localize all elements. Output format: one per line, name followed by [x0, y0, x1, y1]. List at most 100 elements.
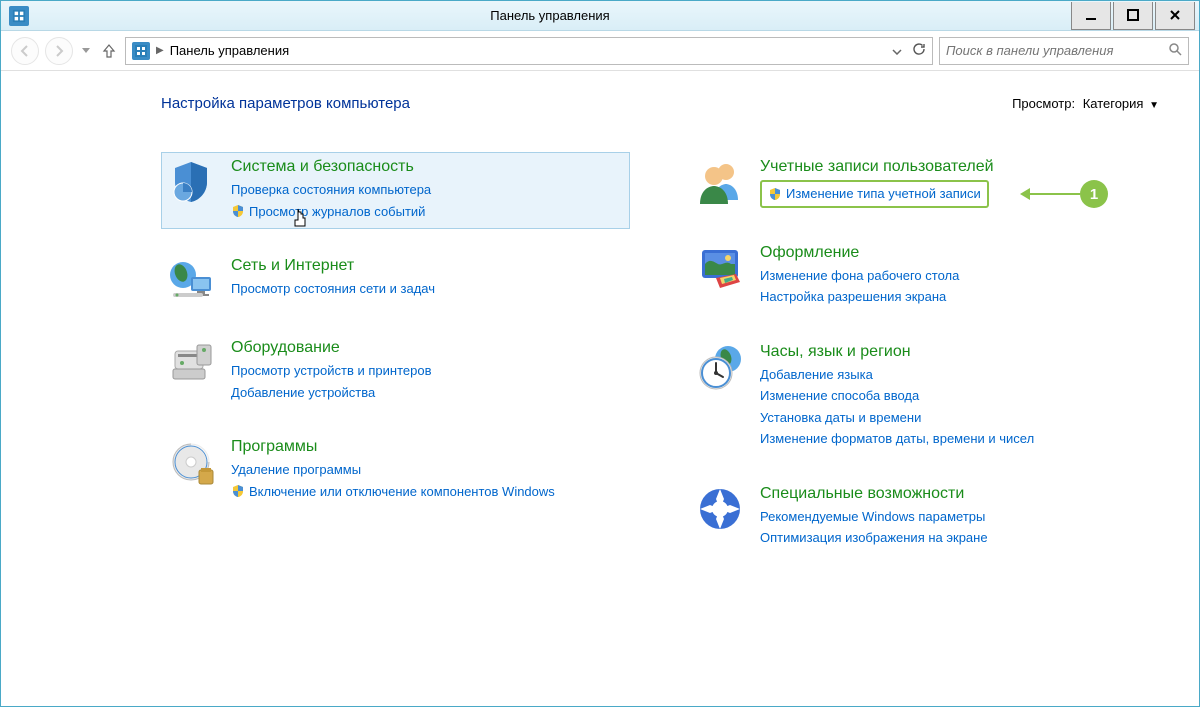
link-text: Оптимизация изображения на экране [760, 528, 988, 548]
minimize-button[interactable] [1071, 2, 1111, 30]
app-icon [9, 6, 29, 26]
window-title: Панель управления [29, 8, 1071, 23]
uac-shield-icon [768, 187, 782, 201]
link-text: Просмотр устройств и принтеров [231, 361, 431, 381]
page-header: Настройка параметров компьютера Просмотр… [61, 95, 1159, 112]
category-link[interactable]: Добавление языка [760, 365, 1153, 385]
view-value: Категория [1083, 96, 1144, 111]
search-input[interactable] [946, 43, 1168, 58]
category-system: Система и безопасность Проверка состояния… [161, 152, 630, 229]
clock-language-region-icon [696, 343, 744, 391]
control-panel-window: Панель управления ▶ Панель управления На… [0, 0, 1200, 707]
breadcrumb-separator-icon: ▶ [156, 45, 164, 56]
system-security-icon [167, 158, 215, 206]
chevron-down-icon: ▼ [1149, 100, 1159, 111]
close-button[interactable] [1155, 2, 1195, 30]
address-dropdown-icon[interactable] [892, 43, 902, 58]
location-icon [132, 42, 150, 60]
link-text: Установка даты и времени [760, 408, 921, 428]
category-appearance: Оформление Изменение фона рабочего столаН… [690, 238, 1159, 315]
callout-number: 1 [1080, 180, 1108, 208]
category-network: Сеть и Интернет Просмотр состояния сети и… [161, 251, 630, 311]
link-text: Просмотр состояния сети и задач [231, 279, 435, 299]
category-programs: Программы Удаление программыВключение или… [161, 432, 630, 509]
window-controls [1071, 2, 1199, 30]
category-title[interactable]: Оформление [760, 244, 1153, 262]
categories-grid: Система и безопасность Проверка состояния… [61, 152, 1159, 556]
category-link[interactable]: Добавление устройства [231, 383, 624, 403]
link-text: Добавление устройства [231, 383, 375, 403]
category-title[interactable]: Учетные записи пользователей [760, 158, 1153, 176]
link-text: Настройка разрешения экрана [760, 287, 946, 307]
uac-shield-icon [231, 204, 245, 218]
category-body: Часы, язык и регионДобавление языкаИзмен… [760, 343, 1153, 451]
category-body: Программы Удаление программыВключение или… [231, 438, 624, 503]
link-text: Рекомендуемые Windows параметры [760, 507, 985, 527]
back-button[interactable] [11, 37, 39, 65]
navigation-toolbar: ▶ Панель управления [1, 31, 1199, 71]
appearance-icon [696, 244, 744, 292]
category-link[interactable]: Просмотр состояния сети и задач [231, 279, 624, 299]
category-link[interactable]: Проверка состояния компьютера [231, 180, 624, 200]
category-link[interactable]: Изменение фона рабочего стола [760, 266, 1153, 286]
category-link[interactable]: Изменение способа ввода [760, 386, 1153, 406]
category-link[interactable]: Удаление программы [231, 460, 624, 480]
network-internet-icon [167, 257, 215, 305]
refresh-button[interactable] [912, 42, 926, 59]
history-dropdown-icon[interactable] [79, 37, 93, 65]
search-box[interactable] [939, 37, 1189, 65]
category-link[interactable]: Изменение типа учетной записи [760, 180, 989, 208]
link-text: Изменение фона рабочего стола [760, 266, 959, 286]
annotation-callout: 1 [1020, 180, 1108, 208]
link-text: Проверка состояния компьютера [231, 180, 431, 200]
category-title[interactable]: Специальные возможности [760, 485, 1153, 503]
category-link[interactable]: Установка даты и времени [760, 408, 1153, 428]
link-text: Изменение способа ввода [760, 386, 919, 406]
view-label: Просмотр: [1012, 96, 1075, 111]
view-selector[interactable]: Просмотр: Категория ▼ [1012, 96, 1159, 111]
callout-line [1030, 193, 1080, 195]
forward-button[interactable] [45, 37, 73, 65]
category-title[interactable]: Часы, язык и регион [760, 343, 1153, 361]
link-text: Удаление программы [231, 460, 361, 480]
category-body: Система и безопасность Проверка состояния… [231, 158, 624, 223]
category-link[interactable]: Включение или отключение компонентов Win… [231, 482, 624, 502]
user-accounts-icon [696, 158, 744, 206]
link-text: Просмотр журналов событий [249, 202, 425, 222]
search-icon[interactable] [1168, 42, 1182, 59]
titlebar: Панель управления [1, 1, 1199, 31]
category-title[interactable]: Сеть и Интернет [231, 257, 624, 275]
category-link[interactable]: Рекомендуемые Windows параметры [760, 507, 1153, 527]
category-body: Специальные возможности Рекомендуемые Win… [760, 485, 1153, 550]
left-column: Система и безопасность Проверка состояния… [161, 152, 630, 556]
page-title: Настройка параметров компьютера [161, 95, 410, 112]
category-link[interactable]: Просмотр журналов событий [231, 202, 624, 222]
programs-icon [167, 438, 215, 486]
category-title[interactable]: Оборудование [231, 339, 624, 357]
breadcrumb-location[interactable]: Панель управления [170, 43, 886, 58]
link-text: Изменение форматов даты, времени и чисел [760, 429, 1034, 449]
category-hardware: Оборудование Просмотр устройств и принтер… [161, 333, 630, 410]
hardware-icon [167, 339, 215, 387]
up-button[interactable] [99, 37, 119, 65]
content-area: Настройка параметров компьютера Просмотр… [1, 71, 1199, 706]
category-title[interactable]: Система и безопасность [231, 158, 624, 176]
link-text: Изменение типа учетной записи [786, 184, 981, 204]
category-link[interactable]: Просмотр устройств и принтеров [231, 361, 624, 381]
category-body: Оборудование Просмотр устройств и принтер… [231, 339, 624, 404]
category-link[interactable]: Настройка разрешения экрана [760, 287, 1153, 307]
arrow-left-icon [1020, 188, 1030, 200]
maximize-button[interactable] [1113, 2, 1153, 30]
cursor-icon [293, 208, 309, 231]
category-clock: Часы, язык и регионДобавление языкаИзмен… [690, 337, 1159, 457]
address-bar[interactable]: ▶ Панель управления [125, 37, 933, 65]
category-link[interactable]: Оптимизация изображения на экране [760, 528, 1153, 548]
ease-of-access-icon [696, 485, 744, 533]
link-text: Включение или отключение компонентов Win… [249, 482, 555, 502]
link-text: Добавление языка [760, 365, 873, 385]
category-title[interactable]: Программы [231, 438, 624, 456]
uac-shield-icon [231, 484, 245, 498]
category-link[interactable]: Изменение форматов даты, времени и чисел [760, 429, 1153, 449]
category-access: Специальные возможности Рекомендуемые Win… [690, 479, 1159, 556]
category-body: Сеть и Интернет Просмотр состояния сети и… [231, 257, 624, 305]
